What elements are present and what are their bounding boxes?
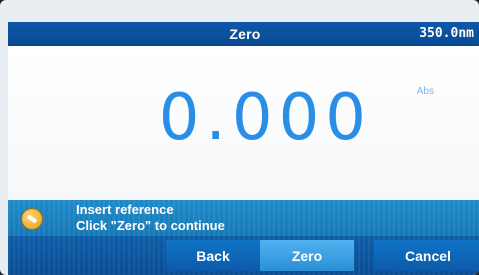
cuvette-icon <box>22 209 42 229</box>
header-bar: Zero 350.0nm <box>8 22 479 46</box>
back-button[interactable]: Back <box>166 240 260 271</box>
button-bar: Back Zero Cancel <box>8 236 479 275</box>
wavelength-readout: 350.0nm <box>419 26 474 41</box>
cancel-button[interactable]: Cancel <box>374 240 479 271</box>
absorbance-unit: Abs <box>416 86 434 97</box>
instrument-screen: Zero 350.0nm 0.000 Abs Insert reference … <box>0 0 479 275</box>
message-line-1: Insert reference <box>76 202 174 217</box>
readout-panel: 0.000 Abs <box>8 46 479 200</box>
absorbance-value: 0.000 <box>158 81 372 155</box>
message-line-2: Click "Zero" to continue <box>76 218 225 233</box>
message-bar: Insert reference Click "Zero" to continu… <box>8 200 479 236</box>
screen-title: Zero <box>229 26 261 42</box>
zero-button[interactable]: Zero <box>260 240 354 271</box>
